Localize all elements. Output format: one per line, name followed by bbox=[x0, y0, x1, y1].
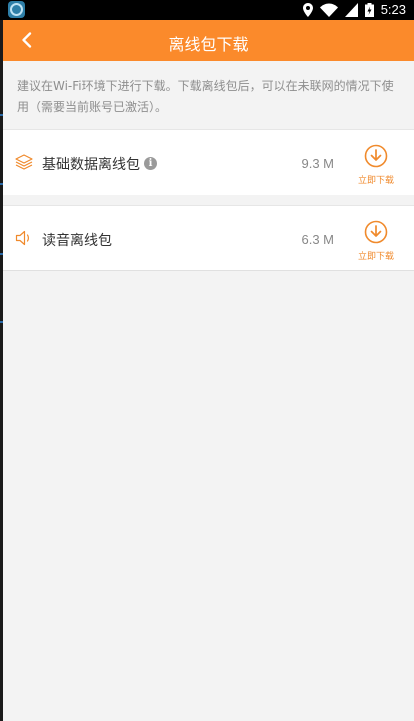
battery-icon bbox=[364, 2, 374, 17]
info-icon[interactable]: i bbox=[144, 157, 157, 170]
layers-icon bbox=[15, 154, 33, 170]
wifi-icon bbox=[319, 3, 338, 17]
download-label: 立即下载 bbox=[357, 252, 394, 262]
download-icon bbox=[364, 220, 388, 244]
download-label: 立即下载 bbox=[357, 176, 394, 186]
download-notice: 建议在Wi-Fi环境下进行下载。下载离线包后，可以在未联网的情况下使用（需要当前… bbox=[17, 79, 394, 114]
download-button[interactable]: 立即下载 bbox=[356, 144, 396, 188]
status-time: 5:23 bbox=[380, 2, 406, 17]
status-indicators: 5:23 bbox=[302, 2, 406, 17]
package-name: 基础数据离线包 bbox=[42, 157, 140, 173]
page-title: 离线包下载 bbox=[168, 35, 249, 54]
package-row-basic-data: 基础数据离线包 i 9.3 M 立即下载 bbox=[3, 129, 414, 195]
app-header: 离线包下载 bbox=[3, 20, 414, 61]
status-bar: 5:23 bbox=[0, 0, 414, 20]
edge-mark bbox=[0, 114, 3, 116]
app-notification-icon bbox=[8, 1, 25, 18]
download-button[interactable]: 立即下载 bbox=[356, 220, 396, 264]
window-edge bbox=[0, 0, 3, 721]
package-size: 9.3 M bbox=[301, 156, 334, 171]
signal-icon bbox=[344, 2, 358, 17]
edge-mark bbox=[0, 321, 3, 323]
package-name: 读音离线包 bbox=[42, 233, 112, 249]
speaker-icon bbox=[15, 230, 29, 246]
download-icon bbox=[364, 144, 388, 168]
location-icon bbox=[302, 2, 313, 17]
package-row-pronunciation: 读音离线包 6.3 M 立即下载 bbox=[3, 205, 414, 271]
package-size: 6.3 M bbox=[301, 232, 334, 247]
